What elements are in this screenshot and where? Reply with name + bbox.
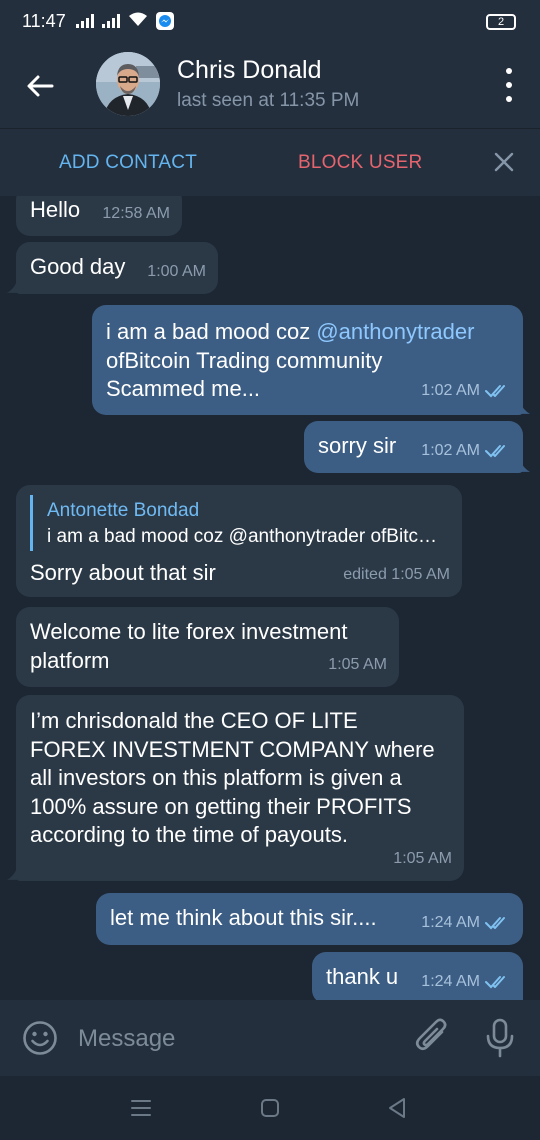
mention-link[interactable]: @anthonytrader xyxy=(316,319,474,344)
close-action-bar-button[interactable] xyxy=(493,151,515,178)
double-check-icon xyxy=(485,916,505,930)
add-contact-button[interactable]: ADD CONTACT xyxy=(59,152,197,174)
message-input[interactable] xyxy=(78,1022,398,1056)
reply-quote[interactable]: Antonette Bondad i am a bad mood coz @an… xyxy=(30,495,447,551)
message-text: Good day xyxy=(30,254,126,279)
message-list[interactable]: Hello 12:58 AM Good day 1:00 AM i am a b… xyxy=(0,196,540,1000)
incoming-message[interactable]: Good day 1:00 AM xyxy=(16,242,218,294)
status-bar: 11:47 2 xyxy=(0,0,540,42)
outgoing-message[interactable]: thank u 1:24 AM xyxy=(312,952,523,1000)
message-time: 1:02 AM xyxy=(421,377,511,406)
paperclip-icon xyxy=(415,1018,447,1051)
status-time: 11:47 xyxy=(22,10,66,31)
message-text: sorry sir xyxy=(318,433,397,458)
nav-back-button[interactable] xyxy=(386,1096,408,1125)
message-time: 1:05 AM xyxy=(393,849,452,867)
message-time: 1:24 AM xyxy=(421,968,511,997)
incoming-message[interactable]: Hello 12:58 AM xyxy=(16,196,182,236)
back-button[interactable] xyxy=(22,68,58,104)
wifi-icon xyxy=(128,11,148,32)
emoji-button[interactable] xyxy=(22,1020,58,1061)
contact-name[interactable]: Chris Donald xyxy=(177,56,322,85)
outgoing-message[interactable]: i am a bad mood coz @anthonytrader ofBit… xyxy=(92,305,523,415)
voice-record-button[interactable] xyxy=(484,1018,516,1063)
bubble-tail xyxy=(7,868,17,880)
message-text: thank u xyxy=(326,964,399,989)
avatar[interactable] xyxy=(96,52,160,116)
message-time: 1:05 AM xyxy=(328,655,387,673)
attach-button[interactable] xyxy=(414,1018,450,1063)
incoming-message[interactable]: I’m chrisdonald the CEO OF LITE FOREX IN… xyxy=(16,695,464,881)
message-time: edited 1:05 AM xyxy=(343,565,450,583)
android-nav-bar xyxy=(0,1076,540,1140)
triangle-back-icon xyxy=(389,1098,405,1118)
square-icon xyxy=(261,1099,279,1117)
contact-action-bar: ADD CONTACT BLOCK USER xyxy=(0,128,540,196)
signal-icon xyxy=(75,14,94,28)
chat-header: Chris Donald last seen at 11:35 PM xyxy=(0,42,540,128)
menu-lines-icon xyxy=(131,1100,151,1116)
message-time: 12:58 AM xyxy=(102,204,170,222)
message-time: 1:24 AM xyxy=(421,909,511,938)
smile-icon xyxy=(23,1021,57,1055)
close-icon xyxy=(494,152,514,172)
microphone-icon xyxy=(486,1018,514,1058)
incoming-reply-message[interactable]: Antonette Bondad i am a bad mood coz @an… xyxy=(16,485,462,597)
double-check-icon xyxy=(485,444,505,458)
dot-icon xyxy=(506,68,512,74)
outgoing-message[interactable]: sorry sir 1:02 AM xyxy=(304,421,523,473)
message-composer xyxy=(0,1000,540,1076)
battery-icon: 2 xyxy=(486,14,516,30)
messenger-notification-icon xyxy=(155,12,174,30)
block-user-button[interactable]: BLOCK USER xyxy=(298,152,422,174)
double-check-icon xyxy=(485,975,505,989)
signal-icon-2 xyxy=(101,14,120,28)
incoming-message[interactable]: Welcome to lite forex investment platfor… xyxy=(16,607,399,687)
recent-apps-button[interactable] xyxy=(130,1098,152,1123)
message-text: i am a bad mood coz @anthonytrader ofBit… xyxy=(106,319,475,401)
home-button[interactable] xyxy=(259,1098,281,1123)
message-text: Welcome to lite forex investment platfor… xyxy=(30,619,348,673)
reply-author: Antonette Bondad xyxy=(47,500,200,521)
last-seen-status: last seen at 11:35 PM xyxy=(177,90,360,111)
bubble-tail xyxy=(7,281,17,293)
more-menu-button[interactable] xyxy=(502,68,516,102)
message-time: 1:00 AM xyxy=(147,262,206,280)
double-check-icon xyxy=(485,384,505,398)
arrow-left-icon xyxy=(27,75,54,97)
message-text: Sorry about that sir xyxy=(30,560,216,585)
bubble-tail xyxy=(520,460,530,472)
message-text: Hello xyxy=(30,197,81,222)
message-time: 1:02 AM xyxy=(421,437,511,466)
message-text: I’m chrisdonald the CEO OF LITE FOREX IN… xyxy=(30,708,435,847)
outgoing-message[interactable]: let me think about this sir.... 1:24 AM xyxy=(96,893,523,945)
dot-icon xyxy=(506,82,512,88)
reply-snippet: i am a bad mood coz @anthonytrader ofBit… xyxy=(47,526,447,547)
message-text: let me think about this sir.... xyxy=(110,905,377,930)
dot-icon xyxy=(506,96,512,102)
bubble-tail xyxy=(520,402,530,414)
